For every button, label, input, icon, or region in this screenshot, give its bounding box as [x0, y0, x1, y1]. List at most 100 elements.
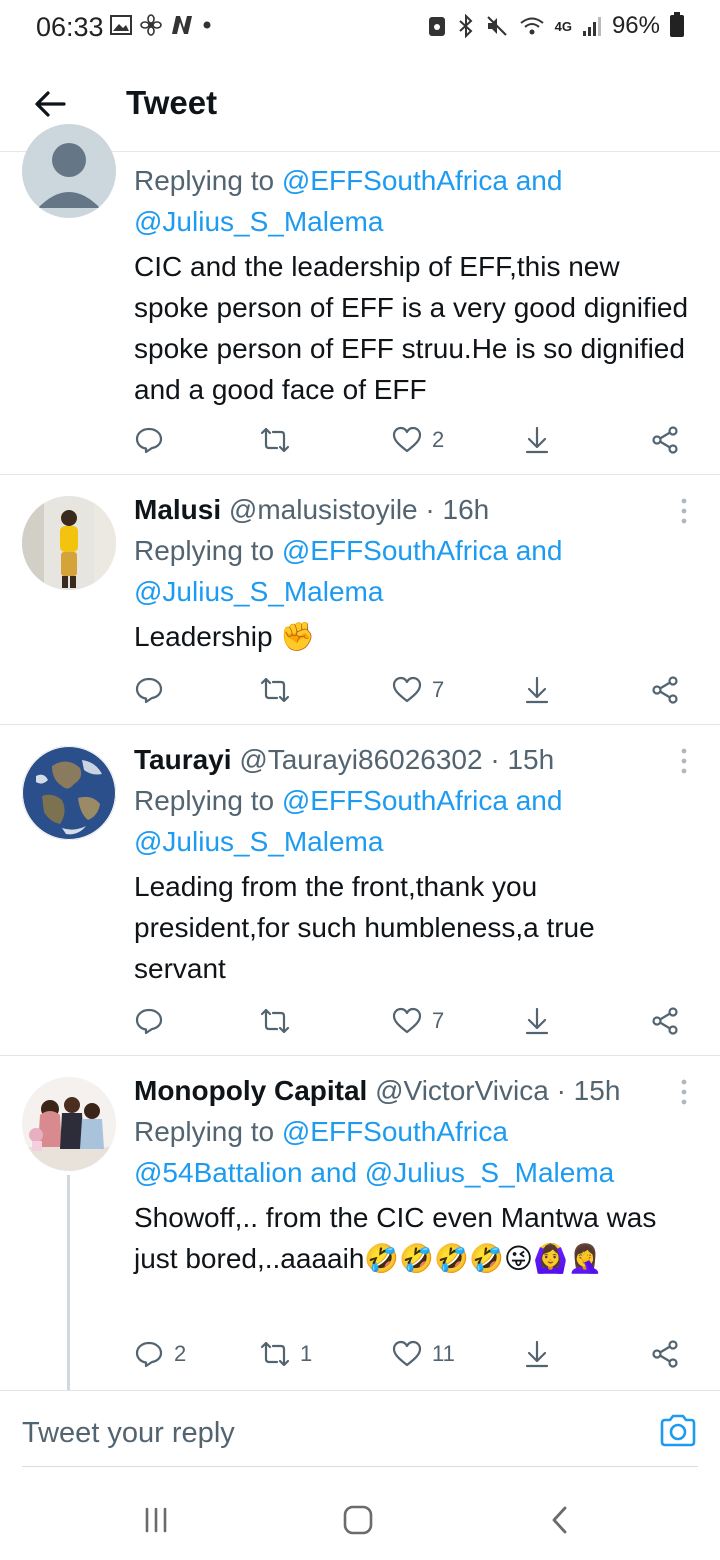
like-count: 2 [432, 427, 445, 452]
status-notification-icons [110, 14, 212, 36]
bluetooth-icon [458, 14, 473, 38]
back-nav-icon[interactable] [544, 1504, 576, 1536]
battery-icon [670, 12, 684, 37]
group-photo [22, 1077, 116, 1171]
tweet-meta: Malusi @malusistoyile · 16h [134, 490, 696, 530]
battery-percent: 96% [611, 12, 660, 39]
tweet-item[interactable]: Monopoly Capital @VictorVivica · 15h Rep… [0, 1057, 720, 1390]
reply-composer[interactable]: Tweet your reply [0, 1390, 720, 1468]
bookmark-button[interactable] [522, 1334, 552, 1374]
dot-icon [203, 21, 211, 29]
divider [22, 1466, 698, 1467]
tweet-time: · 15h [556, 1075, 621, 1106]
retweet-icon [260, 1008, 290, 1034]
reply-icon [135, 677, 163, 704]
wifi-icon [519, 17, 544, 35]
avatar[interactable] [22, 124, 116, 218]
replying-to: Replying to @EFFSouthAfrica @54Battalion… [134, 1111, 696, 1193]
more-options-icon[interactable] [674, 746, 694, 776]
user-photo [22, 496, 116, 590]
download-arrow-icon [525, 426, 549, 454]
replying-to-prefix: Replying to [134, 165, 275, 196]
like-button[interactable]: 2 [392, 420, 444, 460]
reply-input[interactable]: Tweet your reply [22, 1417, 235, 1450]
share-button[interactable] [650, 1334, 680, 1374]
reply-icon [135, 1008, 163, 1035]
tweet-item[interactable]: Malusi @malusistoyile · 16h Replying to … [0, 476, 720, 725]
retweet-button[interactable] [260, 1001, 300, 1041]
download-arrow-icon [525, 1340, 549, 1368]
more-options-icon[interactable] [674, 1077, 694, 1107]
tweet-actions: 7 [134, 670, 694, 710]
tweet-item[interactable]: Replying to @EFFSouthAfrica and @Julius_… [0, 124, 720, 475]
replying-to: Replying to @EFFSouthAfrica and @Julius_… [134, 530, 696, 612]
avatar[interactable] [22, 1077, 116, 1171]
reply-count: 2 [174, 1341, 187, 1366]
reply-button[interactable] [134, 670, 174, 710]
user-handle[interactable]: @VictorVivica [375, 1075, 549, 1106]
reply-button[interactable]: 2 [134, 1334, 186, 1374]
mention-link[interactable]: @Julius_S_Malema [134, 576, 383, 607]
mention-link[interactable]: @EFFSouthAfrica and [282, 165, 563, 196]
reply-icon [135, 427, 163, 454]
retweet-button[interactable] [260, 420, 300, 460]
home-icon[interactable] [342, 1504, 374, 1536]
user-name[interactable]: Monopoly Capital [134, 1075, 367, 1106]
tweet-actions: 2 [134, 420, 694, 460]
camera-icon[interactable] [658, 1411, 698, 1451]
default-avatar-icon [38, 143, 100, 208]
mention-link[interactable]: @EFFSouthAfrica and [282, 535, 563, 566]
nfc-n-icon [172, 16, 192, 34]
tweet-meta: Monopoly Capital @VictorVivica · 15h [134, 1071, 696, 1111]
heart-icon [392, 426, 422, 453]
tweet-text: CIC and the leadership of EFF,this new s… [134, 251, 689, 405]
share-button[interactable] [650, 670, 680, 710]
download-arrow-icon [525, 1007, 549, 1035]
bookmark-button[interactable] [522, 420, 552, 460]
download-arrow-icon [525, 676, 549, 704]
system-nav-bar [0, 1478, 720, 1560]
signal-icon [582, 17, 601, 36]
like-button[interactable]: 11 [392, 1334, 455, 1374]
status-time: 06:33 [36, 12, 104, 42]
mention-link[interactable]: @EFFSouthAfrica and [282, 785, 563, 816]
user-name[interactable]: Malusi [134, 494, 221, 525]
tweet-time: · 15h [490, 744, 555, 775]
retweet-icon [260, 427, 290, 453]
mention-link[interactable]: @Julius_S_Malema [134, 826, 383, 857]
recent-apps-icon[interactable] [140, 1504, 172, 1536]
tweet-item[interactable]: Taurayi @Taurayi86026302 · 15h Replying … [0, 726, 720, 1056]
user-handle[interactable]: @malusistoyile [229, 494, 418, 525]
user-handle[interactable]: @Taurayi86026302 [239, 744, 482, 775]
back-arrow-icon[interactable] [30, 84, 70, 124]
tweet-text: Showoff,.. from the CIC even Mantwa was … [134, 1202, 657, 1274]
retweet-icon [260, 1341, 290, 1367]
replying-to-prefix: Replying to [134, 1116, 275, 1147]
bookmark-button[interactable] [522, 1001, 552, 1041]
mention-link[interactable]: @Julius_S_Malema [134, 206, 383, 237]
retweet-button[interactable] [260, 670, 300, 710]
retweet-icon [260, 677, 290, 703]
like-count: 7 [432, 1008, 445, 1033]
share-button[interactable] [650, 420, 680, 460]
avatar[interactable] [22, 746, 116, 840]
mute-icon [486, 16, 507, 36]
share-button[interactable] [650, 1001, 680, 1041]
retweet-button[interactable]: 1 [260, 1334, 312, 1374]
user-name[interactable]: Taurayi [134, 744, 232, 775]
more-options-icon[interactable] [674, 496, 694, 526]
reply-button[interactable] [134, 1001, 174, 1041]
tweet-actions: 2 1 11 [134, 1334, 694, 1374]
heart-icon [392, 1340, 422, 1367]
share-icon [652, 426, 678, 454]
bookmark-button[interactable] [522, 670, 552, 710]
share-icon [652, 676, 678, 704]
reply-button[interactable] [134, 420, 174, 460]
avatar[interactable] [22, 496, 116, 590]
share-icon [652, 1007, 678, 1035]
like-button[interactable]: 7 [392, 670, 444, 710]
fan-icon [140, 14, 162, 36]
like-button[interactable]: 7 [392, 1001, 444, 1041]
mention-link[interactable]: @EFFSouthAfrica [282, 1116, 508, 1147]
mention-link[interactable]: @54Battalion and @Julius_S_Malema [134, 1157, 614, 1188]
